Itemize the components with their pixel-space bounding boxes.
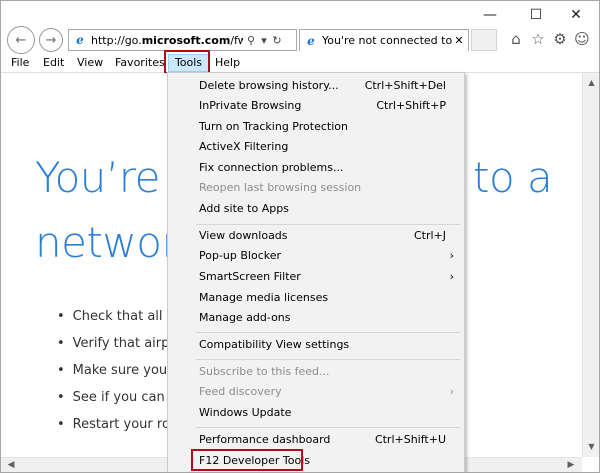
vertical-scrollbar[interactable]: ▲ ▼ <box>582 73 599 457</box>
menu-item-shortcut: Ctrl+Shift+Del <box>364 79 446 92</box>
ie-favicon-icon: e <box>76 33 84 47</box>
scroll-right-icon[interactable]: ▶ <box>563 458 579 472</box>
menu-item-smartscreen-filter[interactable]: SmartScreen Filter › <box>168 267 464 287</box>
menu-item-label: Reopen last browsing session <box>199 181 362 194</box>
menu-item-label: Fix connection problems... <box>199 161 344 174</box>
menu-favorites[interactable]: Favorites <box>111 54 169 72</box>
menu-item-add-site-to-apps[interactable]: Add site to Apps <box>168 199 464 219</box>
troubleshooting-list: Check that all n Verify that airpl Make … <box>57 303 176 438</box>
url-prefix: http://go. <box>91 33 142 47</box>
menu-item-label: Compatibility View settings <box>199 338 350 351</box>
tab-favicon-icon: e <box>307 33 315 48</box>
menu-item-label: Turn on Tracking Protection <box>199 120 348 133</box>
menu-item-label: Add site to Apps <box>199 202 289 215</box>
headline-line-2-left: networ <box>35 218 179 267</box>
menu-item-popup-blocker[interactable]: Pop-up Blocker › <box>168 246 464 266</box>
menu-separator <box>196 427 460 428</box>
menu-item-manage-addons[interactable]: Manage add-ons <box>168 308 464 328</box>
back-arrow-icon: ← <box>15 32 27 48</box>
menu-item-manage-media-licenses[interactable]: Manage media licenses <box>168 288 464 308</box>
menu-item-label: Feed discovery <box>199 385 282 398</box>
menu-item-label: Manage media licenses <box>199 291 329 304</box>
menu-item-tracking-protection[interactable]: Turn on Tracking Protection <box>168 117 464 137</box>
f12-developer-tools-highlight <box>191 449 303 471</box>
list-item: Verify that airpl <box>57 330 176 357</box>
new-tab-button[interactable] <box>471 29 497 51</box>
tab-active[interactable]: e You're not connected to ... ✕ <box>299 29 469 51</box>
forward-arrow-icon: → <box>45 32 57 48</box>
menu-item-view-downloads[interactable]: View downloads Ctrl+J <box>168 226 464 246</box>
menu-bar: File Edit View Favorites Tools Help <box>1 54 599 73</box>
submenu-arrow-icon: › <box>449 270 454 283</box>
menu-item-label: Windows Update <box>199 406 292 419</box>
menu-item-activex-filtering[interactable]: ActiveX Filtering <box>168 137 464 157</box>
menu-item-label: SmartScreen Filter <box>199 270 301 283</box>
url-domain: microsoft.com <box>141 33 231 47</box>
list-item: Check that all n <box>57 303 176 330</box>
menu-item-fix-connection[interactable]: Fix connection problems... <box>168 158 464 178</box>
minimize-icon: — <box>483 7 497 23</box>
menu-item-windows-update[interactable]: Windows Update <box>168 403 464 423</box>
menu-help[interactable]: Help <box>211 54 244 72</box>
menu-edit[interactable]: Edit <box>39 54 68 72</box>
settings-gear-icon[interactable]: ⚙ <box>550 30 570 48</box>
menu-item-reopen-session: Reopen last browsing session <box>168 178 464 198</box>
refresh-icon[interactable]: ↻ <box>269 34 285 47</box>
menu-item-inprivate-browsing[interactable]: InPrivate Browsing Ctrl+Shift+P <box>168 96 464 116</box>
menu-item-label: Performance dashboard <box>199 433 331 446</box>
search-icon[interactable]: ⚲ <box>243 34 259 47</box>
home-icon[interactable]: ⌂ <box>506 30 526 48</box>
headline-line-1-right: to a <box>473 153 553 202</box>
menu-item-label: Pop-up Blocker <box>199 249 282 262</box>
submenu-arrow-icon: › <box>449 385 454 398</box>
menu-item-shortcut: Ctrl+Shift+P <box>376 99 446 112</box>
feedback-smiley-icon[interactable]: ☺ <box>572 30 592 48</box>
menu-item-label: ActiveX Filtering <box>199 140 289 153</box>
url-rest: /fwlinl <box>230 33 243 47</box>
scroll-left-icon[interactable]: ◀ <box>3 458 19 472</box>
favorites-star-icon[interactable]: ☆ <box>528 30 548 48</box>
menu-item-label: Subscribe to this feed... <box>199 365 330 378</box>
close-icon: ✕ <box>570 7 582 23</box>
menu-item-label: Delete browsing history... <box>199 79 339 92</box>
address-dropdown-icon[interactable]: ▾ <box>259 34 269 47</box>
menu-separator <box>196 332 460 333</box>
address-bar[interactable]: e http://go.microsoft.com/fwlinl ⚲ ▾ ↻ <box>68 29 297 51</box>
forward-button[interactable]: → <box>39 28 63 52</box>
menu-item-compatibility-view[interactable]: Compatibility View settings <box>168 335 464 355</box>
menu-separator <box>196 359 460 360</box>
tab-close-icon[interactable]: ✕ <box>452 34 466 47</box>
navigation-bar: ← → e http://go.microsoft.com/fwlinl ⚲ ▾… <box>1 23 599 55</box>
menu-file[interactable]: File <box>7 54 33 72</box>
scroll-down-icon[interactable]: ▼ <box>583 439 599 455</box>
menu-item-performance-dashboard[interactable]: Performance dashboard Ctrl+Shift+U <box>168 430 464 450</box>
tools-dropdown-menu: Delete browsing history... Ctrl+Shift+Del… <box>167 72 465 472</box>
menu-item-shortcut: Ctrl+J <box>413 229 446 242</box>
url-text[interactable]: http://go.microsoft.com/fwlinl <box>91 34 243 47</box>
list-item: Make sure your <box>57 357 176 384</box>
scroll-up-icon[interactable]: ▲ <box>583 75 599 91</box>
submenu-arrow-icon: › <box>449 249 454 262</box>
menu-item-delete-browsing-history[interactable]: Delete browsing history... Ctrl+Shift+Del <box>168 76 464 96</box>
menu-view[interactable]: View <box>73 54 107 72</box>
tab-title: You're not connected to ... <box>322 34 452 47</box>
list-item: See if you can c <box>57 384 176 411</box>
menu-separator <box>196 224 460 225</box>
menu-item-label: View downloads <box>199 229 288 242</box>
menu-item-subscribe-feed: Subscribe to this feed... <box>168 362 464 382</box>
headline-line-1-left: You’re <box>35 153 160 202</box>
list-item: Restart your ro <box>57 411 176 438</box>
menu-item-label: Manage add-ons <box>199 311 291 324</box>
back-button[interactable]: ← <box>7 26 35 54</box>
ie-window: — ☐ ✕ ← → e http://go.microsoft.com/fwli… <box>0 0 600 473</box>
maximize-icon: ☐ <box>529 7 543 23</box>
menu-item-shortcut: Ctrl+Shift+U <box>374 433 446 446</box>
menu-item-feed-discovery: Feed discovery › <box>168 382 464 402</box>
tools-menu-highlight <box>164 50 210 74</box>
menu-item-label: InPrivate Browsing <box>199 99 302 112</box>
